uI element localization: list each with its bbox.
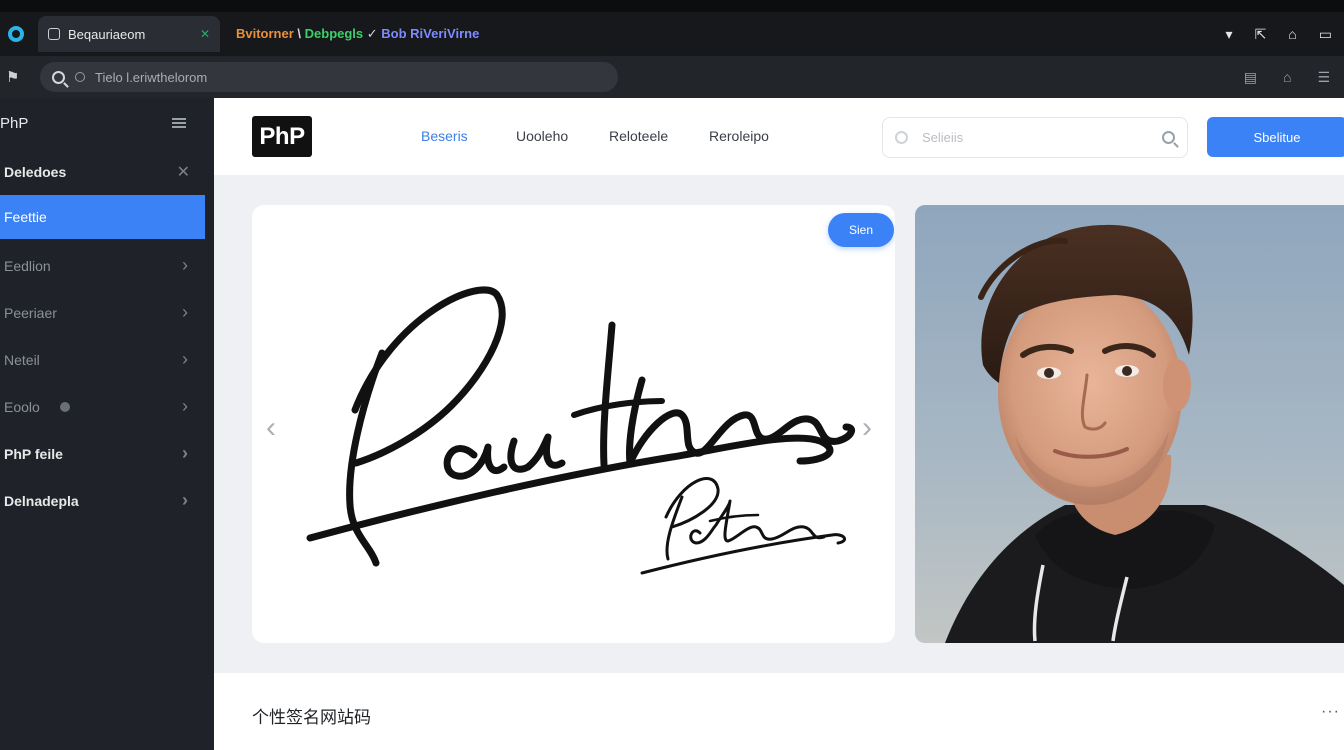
- sidebar-item-php-feile[interactable]: PhP feile ›: [0, 430, 214, 477]
- sidebar-item-feettie[interactable]: Feettie: [0, 195, 205, 239]
- signature-large-strokes: [306, 286, 855, 567]
- search-icon[interactable]: [1162, 131, 1175, 144]
- browser-tab-bar: Beqauriaeom ✕ Bvitorner \ Debpegls ✓ Bob…: [0, 12, 1344, 56]
- profile-photo: [915, 205, 1344, 643]
- site-title: 个性签名网站码: [252, 708, 371, 727]
- sidebar-item-label: Neteil: [4, 351, 40, 368]
- nav-link-reroleipo[interactable]: Reroleipo: [709, 128, 769, 144]
- signature-artwork: [306, 286, 855, 575]
- signature-small-strokes: [640, 477, 847, 575]
- site-header: PhP Beseris Uooleho Reloteele Reroleipo …: [214, 98, 1344, 175]
- chevron-right-icon: ›: [182, 396, 188, 416]
- chevron-right-icon: ›: [182, 443, 188, 463]
- flag-icon[interactable]: ⚑: [6, 68, 26, 86]
- tab-close-icon[interactable]: ✕: [200, 27, 210, 41]
- close-icon[interactable]: ✕: [177, 162, 190, 182]
- more-options-icon[interactable]: ···: [1321, 703, 1340, 721]
- sidebar: PhP Deledoes ✕ Feettie Eedlion › Peeriae…: [0, 98, 214, 750]
- status-dot-icon: [59, 401, 70, 412]
- tab-title-part: Debpegls: [304, 26, 364, 41]
- chevron-right-icon: ›: [182, 302, 188, 322]
- sidebar-item-label: Deledoes: [4, 163, 67, 180]
- sidebar-item-delnadepla[interactable]: Delnadepla ›: [0, 477, 214, 524]
- signature-preview-card: Sien ‹ ›: [252, 205, 895, 643]
- sidebar-item-deledoes[interactable]: Deledoes ✕: [0, 148, 214, 195]
- nav-link-beseris[interactable]: Beseris: [421, 128, 468, 144]
- chevron-right-icon: ›: [182, 490, 188, 510]
- tab-title: Beqauriaeom: [68, 26, 146, 42]
- search-icon: [52, 70, 65, 84]
- sidebar-header: PhP: [0, 98, 214, 148]
- browser-logo-icon: [8, 26, 24, 42]
- portrait-image: [915, 205, 1344, 643]
- browser-tab-inactive[interactable]: Bvitorner \ Debpegls ✓ Bob RiVeriVirne: [236, 26, 479, 42]
- header-action-button[interactable]: Sbelitue: [1207, 117, 1344, 157]
- address-bar: ⚑ Tielo l.eriwthelorom ▤ ⌂ ☰: [0, 56, 1344, 98]
- tab-title-part: Bob RiVeriVirne: [381, 26, 480, 41]
- tab-title-part: Bvitorner: [236, 26, 294, 41]
- window-icon[interactable]: ▭: [1319, 26, 1332, 43]
- extension-icon[interactable]: ⌂: [1288, 26, 1296, 43]
- sidebar-title: PhP: [0, 114, 29, 132]
- os-menu-strip: [0, 0, 1344, 12]
- site-info-bar: 个性签名网站码 ···: [214, 673, 1344, 750]
- main-content: PhP Beseris Uooleho Reloteele Reroleipo …: [214, 98, 1344, 750]
- sidebar-item-eoolo[interactable]: Eoolo ›: [0, 383, 214, 430]
- sidebar-item-peeriaer[interactable]: Peeriaer ›: [0, 289, 214, 336]
- bookmark-icon[interactable]: ⌂: [1283, 69, 1291, 86]
- browser-tab-active[interactable]: Beqauriaeom ✕: [38, 16, 220, 52]
- sidebar-item-neteil[interactable]: Neteil ›: [0, 336, 214, 383]
- search-scope-icon: [895, 131, 908, 144]
- sidebar-item-label: PhP feile: [4, 445, 63, 462]
- share-icon[interactable]: ⇱: [1255, 26, 1267, 43]
- site-search-input[interactable]: Selieiis: [882, 117, 1188, 158]
- nav-link-reloteele[interactable]: Reloteele: [609, 128, 668, 144]
- sidebar-item-label: Peeriaer: [4, 304, 57, 321]
- chevron-right-icon: ›: [182, 349, 188, 369]
- url-input[interactable]: Tielo l.eriwthelorom: [40, 62, 618, 92]
- site-info-icon[interactable]: [75, 72, 85, 82]
- address-bar-controls: ▤ ⌂ ☰: [1244, 69, 1330, 86]
- dropdown-icon[interactable]: ▾: [1226, 26, 1233, 43]
- sidebar-item-eedlion[interactable]: Eedlion ›: [0, 242, 214, 289]
- reader-icon[interactable]: ▤: [1244, 69, 1257, 86]
- sidebar-item-label: Eoolo: [4, 398, 40, 415]
- search-placeholder: Selieiis: [922, 130, 964, 145]
- tab-favicon-icon: [48, 28, 60, 40]
- hamburger-icon[interactable]: [172, 118, 186, 128]
- php-logo[interactable]: PhP: [252, 116, 312, 157]
- nav-link-uooleho[interactable]: Uooleho: [516, 128, 568, 144]
- menu-icon[interactable]: ☰: [1317, 69, 1330, 86]
- window-controls: ▾ ⇱ ⌂ ▭: [1226, 26, 1332, 43]
- tab-separator: ✓: [363, 26, 382, 41]
- chevron-right-icon: ›: [182, 255, 188, 275]
- url-text: Tielo l.eriwthelorom: [95, 69, 208, 85]
- sidebar-item-label: Feettie: [4, 209, 47, 225]
- sidebar-item-label: Eedlion: [4, 257, 51, 274]
- tab-separator: \: [293, 26, 305, 41]
- sidebar-item-label: Delnadepla: [4, 492, 79, 509]
